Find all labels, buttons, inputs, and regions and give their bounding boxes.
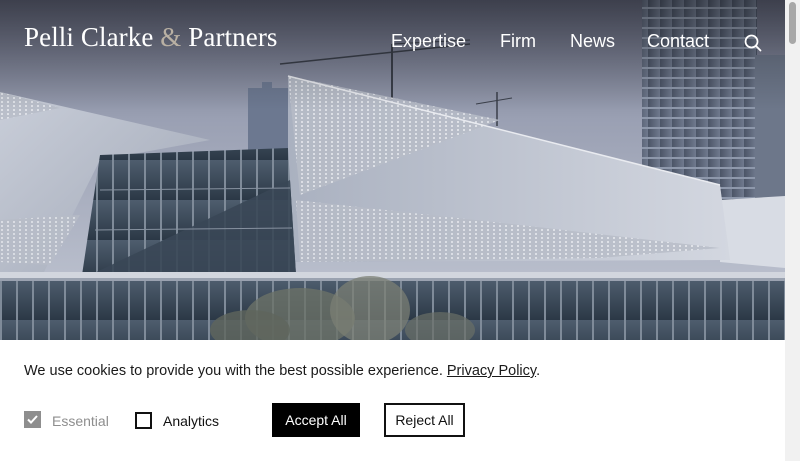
nav-link-firm[interactable]: Firm xyxy=(500,31,536,52)
essential-option: Essential xyxy=(24,411,114,431)
reject-all-button[interactable]: Reject All xyxy=(384,403,465,437)
essential-checkbox xyxy=(24,411,41,428)
accept-all-button[interactable]: Accept All xyxy=(272,403,360,437)
privacy-policy-link[interactable]: Privacy Policy xyxy=(447,363,536,379)
main-nav: Expertise Firm News Contact xyxy=(0,31,785,53)
nav-link-contact[interactable]: Contact xyxy=(647,31,709,52)
scrollbar-thumb[interactable] xyxy=(789,2,796,44)
cookie-message-text: We use cookies to provide you with the b… xyxy=(24,363,443,379)
cookie-message-period: . xyxy=(536,363,541,379)
site-header: Pelli Clarke & Partners Expertise Firm N… xyxy=(0,0,785,80)
cookie-banner: We use cookies to provide you with the b… xyxy=(0,340,785,461)
analytics-checkbox[interactable] xyxy=(135,412,152,429)
scrollbar[interactable] xyxy=(785,0,800,461)
checkmark-icon xyxy=(27,415,38,424)
search-icon xyxy=(744,34,762,52)
page-viewport: Pelli Clarke & Partners Expertise Firm N… xyxy=(0,0,785,461)
nav-link-news[interactable]: News xyxy=(570,31,615,52)
analytics-label[interactable]: Analytics xyxy=(163,413,219,429)
nav-link-expertise[interactable]: Expertise xyxy=(391,31,466,52)
search-button[interactable] xyxy=(744,34,762,52)
analytics-option[interactable]: Analytics xyxy=(135,411,230,431)
cookie-message: We use cookies to provide you with the b… xyxy=(24,363,540,379)
essential-label: Essential xyxy=(52,413,109,429)
